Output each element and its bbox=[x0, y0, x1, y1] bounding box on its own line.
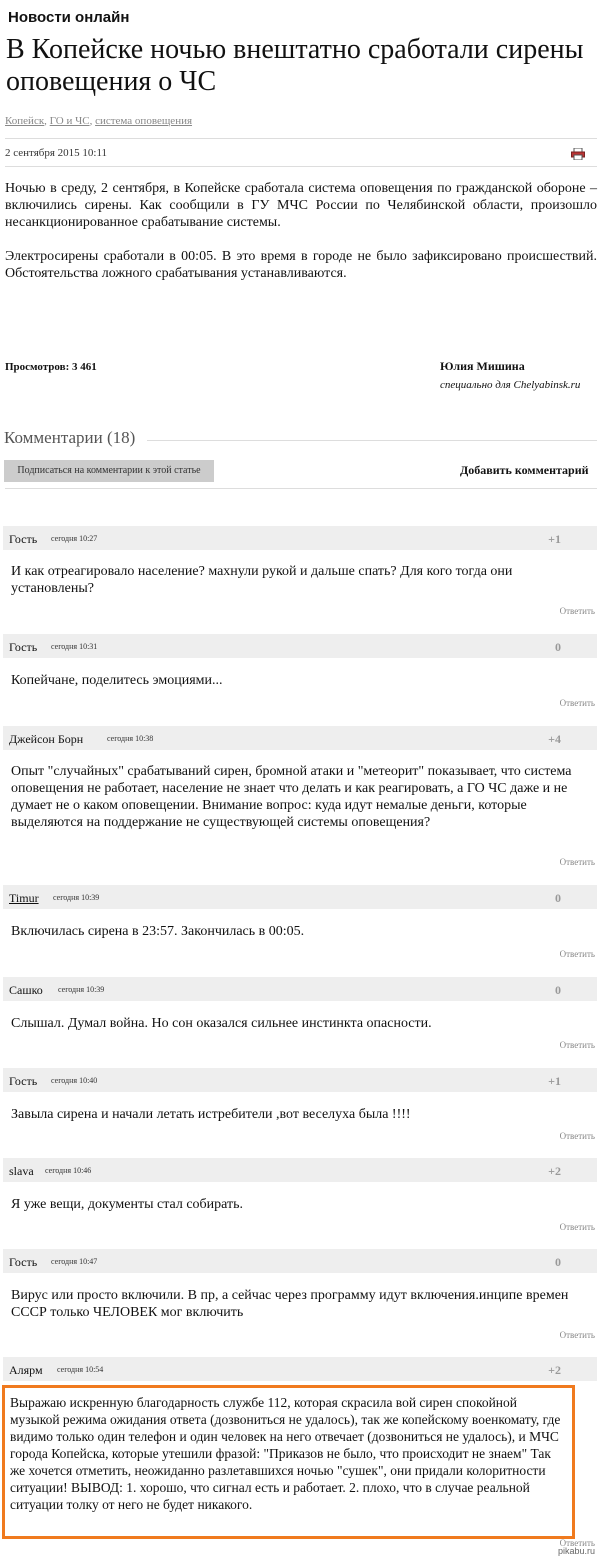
comment-time: сегодня 10:31 bbox=[51, 642, 98, 651]
add-comment-link[interactable]: Добавить комментарий bbox=[460, 463, 589, 478]
comment-score: +1 bbox=[548, 1074, 561, 1088]
reply-link[interactable]: Ответить bbox=[560, 1040, 595, 1050]
tag-link[interactable]: ГО и ЧС bbox=[50, 115, 90, 127]
divider bbox=[5, 138, 597, 139]
comment-text: Я уже вещи, документы стал собирать. bbox=[11, 1197, 244, 1212]
comment-author: Сашко bbox=[9, 983, 43, 997]
comment-score: 0 bbox=[555, 640, 561, 654]
comment-text: Завыла сирена и начали летать истребител… bbox=[11, 1107, 411, 1122]
comment-author: Гость bbox=[9, 532, 38, 546]
comment-header: Гость сегодня 10:27 +1 bbox=[3, 526, 597, 550]
tag-separator: , bbox=[89, 115, 93, 127]
reply-link[interactable]: Ответить bbox=[560, 1131, 595, 1141]
divider bbox=[147, 440, 597, 441]
comment-text: Опыт "случайных" срабатываний сирен, бро… bbox=[11, 764, 572, 830]
comment-time: сегодня 10:38 bbox=[107, 734, 154, 743]
comment-score: +4 bbox=[548, 732, 561, 746]
comment-score: +2 bbox=[548, 1164, 561, 1178]
comment-author: Гость bbox=[9, 1074, 38, 1088]
reply-link[interactable]: Ответить bbox=[560, 1330, 595, 1340]
reply-link[interactable]: Ответить bbox=[560, 698, 595, 708]
comments-heading: Комментарии (18) bbox=[4, 428, 136, 447]
comment-author: Алярм bbox=[9, 1363, 43, 1377]
comment-time: сегодня 10:40 bbox=[51, 1076, 98, 1085]
comment-score: +2 bbox=[548, 1363, 561, 1377]
tag-separator: , bbox=[44, 115, 47, 127]
print-icon[interactable] bbox=[571, 148, 585, 160]
comment-time: сегодня 10:54 bbox=[57, 1365, 104, 1374]
comment-author: Джейсон Борн bbox=[9, 732, 84, 746]
author-name: Юлия Мишина bbox=[440, 359, 525, 373]
article-paragraph: Электросирены сработали в 00:05. В это в… bbox=[5, 249, 597, 281]
comment-text: Слышал. Думал война. Но сон оказался сил… bbox=[11, 1016, 432, 1031]
comment-text: И как отреагировало население? махнули р… bbox=[11, 564, 513, 596]
comment-score: 0 bbox=[555, 1255, 561, 1269]
comment-header: Алярм сегодня 10:54 +2 bbox=[3, 1357, 597, 1381]
comment-time: сегодня 10:27 bbox=[51, 534, 98, 543]
watermark: pikabu.ru bbox=[557, 1546, 595, 1556]
comment-text: Вирус или просто включили. В пр, а сейча… bbox=[11, 1288, 569, 1320]
comment-header: Гость сегодня 10:40 +1 bbox=[3, 1068, 597, 1092]
comment-author: Гость bbox=[9, 640, 38, 654]
comment-header: Гость сегодня 10:47 0 bbox=[3, 1249, 597, 1273]
comment-text: Включилась сирена в 23:57. Закончилась в… bbox=[11, 924, 305, 939]
comment-author: slava bbox=[9, 1164, 34, 1178]
reply-link[interactable]: Ответить bbox=[560, 949, 595, 959]
section-title: Новости онлайн bbox=[8, 9, 130, 26]
comment-text: Выражаю искренную благодарность службе 1… bbox=[10, 1395, 561, 1512]
comment-score: +1 bbox=[548, 532, 561, 546]
comment-time: сегодня 10:39 bbox=[58, 985, 105, 994]
comment-header: Сашко сегодня 10:39 0 bbox=[3, 977, 597, 1001]
divider bbox=[5, 166, 597, 167]
article-date: 2 сентября 2015 10:11 bbox=[5, 147, 108, 159]
comment-author: Гость bbox=[9, 1255, 38, 1269]
article-paragraph: Ночью в среду, 2 сентября, в Копейске ср… bbox=[5, 181, 597, 230]
comment-time: сегодня 10:46 bbox=[45, 1166, 92, 1175]
article-title: В Копейске ночью внештатно сработали сир… bbox=[6, 34, 584, 97]
comment-header: slava сегодня 10:46 +2 bbox=[3, 1158, 597, 1182]
comment-score: 0 bbox=[555, 983, 561, 997]
author-affiliation: специально для Chelyabinsk.ru bbox=[440, 379, 581, 391]
comment-time: сегодня 10:39 bbox=[53, 893, 100, 902]
tag-list: Копейск, ГО и ЧС, система оповещения bbox=[5, 115, 192, 127]
comment-score: 0 bbox=[555, 891, 561, 905]
tag-link[interactable]: система оповещения bbox=[95, 115, 192, 127]
comment-header: Гость сегодня 10:31 0 bbox=[3, 634, 597, 658]
comment-author-link[interactable]: Timur bbox=[9, 891, 39, 906]
view-count: Просмотров: 3 461 bbox=[5, 361, 97, 373]
subscribe-button[interactable]: Подписаться на комментарии к этой статье bbox=[4, 460, 214, 482]
reply-link[interactable]: Ответить bbox=[560, 606, 595, 616]
reply-link[interactable]: Ответить bbox=[560, 1222, 595, 1232]
tag-link[interactable]: Копейск bbox=[5, 115, 44, 127]
comment-header: Джейсон Борн сегодня 10:38 +4 bbox=[3, 726, 597, 750]
divider bbox=[5, 488, 597, 489]
comment-time: сегодня 10:47 bbox=[51, 1257, 98, 1266]
comment-text: Копейчане, поделитесь эмоциями... bbox=[11, 673, 223, 688]
reply-link[interactable]: Ответить bbox=[560, 857, 595, 867]
comment-header: Timur сегодня 10:39 0 bbox=[3, 885, 597, 909]
